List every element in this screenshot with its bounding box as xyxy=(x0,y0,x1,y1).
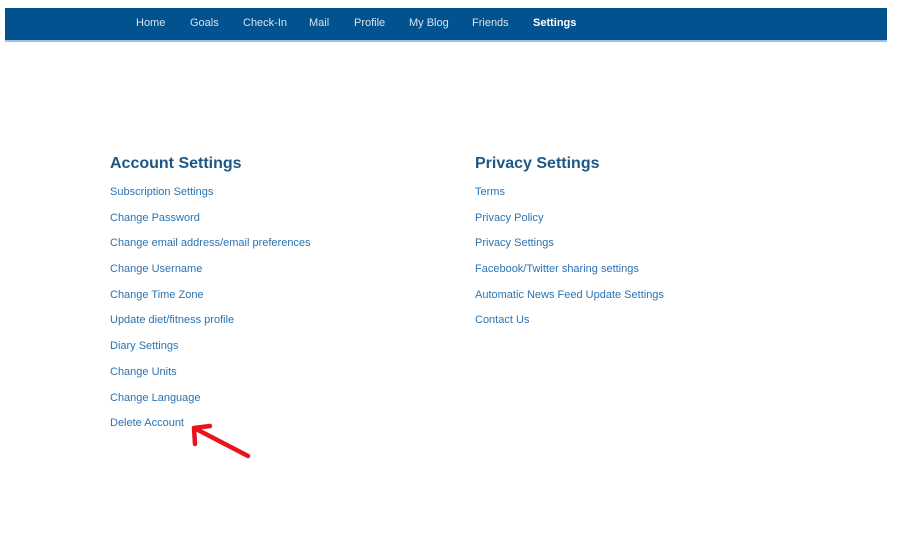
top-navigation-bar: Home Goals Check-In Mail Profile My Blog… xyxy=(5,8,887,42)
news-feed-update-settings-link[interactable]: Automatic News Feed Update Settings xyxy=(475,289,664,301)
account-settings-section: Account Settings Subscription Settings C… xyxy=(110,155,311,439)
diary-settings-link[interactable]: Diary Settings xyxy=(110,340,178,352)
facebook-twitter-sharing-link[interactable]: Facebook/Twitter sharing settings xyxy=(475,263,639,275)
list-item: Privacy Policy xyxy=(475,208,664,234)
list-item: Change email address/email preferences xyxy=(110,233,311,259)
list-item: Change Language xyxy=(110,388,311,414)
nav-item-settings[interactable]: Settings xyxy=(533,17,576,29)
privacy-settings-title: Privacy Settings xyxy=(475,155,600,172)
change-language-link[interactable]: Change Language xyxy=(110,392,201,404)
contact-us-link[interactable]: Contact Us xyxy=(475,314,529,326)
nav-item-home[interactable]: Home xyxy=(136,17,165,29)
update-diet-fitness-profile-link[interactable]: Update diet/fitness profile xyxy=(110,314,234,326)
list-item: Facebook/Twitter sharing settings xyxy=(475,259,664,285)
nav-item-check-in[interactable]: Check-In xyxy=(243,17,287,29)
privacy-settings-list: Terms Privacy Policy Privacy Settings Fa… xyxy=(475,182,664,336)
change-email-link[interactable]: Change email address/email preferences xyxy=(110,237,311,249)
list-item: Contact Us xyxy=(475,310,664,336)
privacy-settings-section: Privacy Settings Terms Privacy Policy Pr… xyxy=(475,155,664,336)
privacy-policy-link[interactable]: Privacy Policy xyxy=(475,212,543,224)
list-item: Change Units xyxy=(110,362,311,388)
list-item: Automatic News Feed Update Settings xyxy=(475,285,664,311)
change-units-link[interactable]: Change Units xyxy=(110,366,177,378)
nav-item-my-blog[interactable]: My Blog xyxy=(409,17,449,29)
subscription-settings-link[interactable]: Subscription Settings xyxy=(110,186,213,198)
change-time-zone-link[interactable]: Change Time Zone xyxy=(110,289,204,301)
change-username-link[interactable]: Change Username xyxy=(110,263,202,275)
nav-item-goals[interactable]: Goals xyxy=(190,17,219,29)
terms-link[interactable]: Terms xyxy=(475,186,505,198)
list-item: Change Username xyxy=(110,259,311,285)
account-settings-title: Account Settings xyxy=(110,155,242,172)
delete-account-link[interactable]: Delete Account xyxy=(110,417,184,429)
list-item: Update diet/fitness profile xyxy=(110,310,311,336)
account-settings-list: Subscription Settings Change Password Ch… xyxy=(110,182,311,439)
change-password-link[interactable]: Change Password xyxy=(110,212,200,224)
nav-item-profile[interactable]: Profile xyxy=(354,17,385,29)
nav-item-mail[interactable]: Mail xyxy=(309,17,329,29)
red-arrow-icon xyxy=(191,423,251,459)
list-item: Diary Settings xyxy=(110,336,311,362)
nav-item-friends[interactable]: Friends xyxy=(472,17,509,29)
arrow-shaft xyxy=(195,427,251,459)
list-item: Terms xyxy=(475,182,664,208)
list-item: Change Password xyxy=(110,208,311,234)
list-item: Change Time Zone xyxy=(110,285,311,311)
list-item: Privacy Settings xyxy=(475,233,664,259)
list-item: Subscription Settings xyxy=(110,182,311,208)
privacy-settings-link[interactable]: Privacy Settings xyxy=(475,237,554,249)
